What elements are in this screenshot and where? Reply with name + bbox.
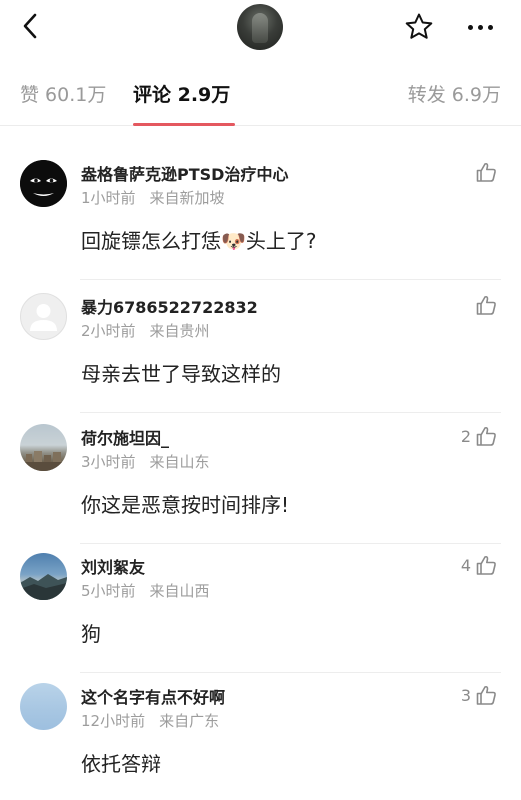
thumbs-up-icon [476, 162, 496, 182]
dog-emoji-icon: 🐶 [221, 229, 246, 253]
top-bar [0, 0, 521, 56]
comment-item: 荷尔施坦因_ 3小时前 来自山东 你这是恶意按时间排序! 2 [0, 414, 521, 544]
thumbs-up-icon [476, 295, 496, 315]
active-tab-indicator [133, 123, 235, 126]
avatar[interactable] [20, 683, 67, 730]
comment-username[interactable]: 刘刘絮友 [81, 554, 145, 578]
comment-username[interactable]: 盎格鲁萨克逊PTSD治疗中心 [81, 161, 288, 185]
like-button[interactable] [471, 292, 497, 318]
thumbs-up-icon [476, 685, 496, 705]
comment-username[interactable]: 这个名字有点不好啊 [81, 684, 225, 708]
comment-item: 盎格鲁萨克逊PTSD治疗中心 1小时前 来自新加坡 回旋镖怎么打恁🐶头上了? [0, 150, 521, 280]
comment-text: 依托答辩 [81, 752, 161, 776]
comment-meta: 5小时前 来自山西 [81, 580, 210, 601]
divider [80, 279, 501, 280]
star-outline-icon [405, 13, 433, 39]
tab-reposts[interactable]: 转发 6.9万 [408, 80, 501, 107]
back-button[interactable] [14, 10, 46, 42]
like-count: 2 [460, 426, 471, 446]
comment-location: 来自新加坡 [149, 189, 225, 207]
comment-text: 狗 [81, 622, 101, 646]
comment-location: 来自广东 [159, 712, 220, 730]
comment-location: 来自山西 [149, 582, 210, 600]
comment-meta: 2小时前 来自贵州 [81, 320, 210, 341]
avatar[interactable] [20, 553, 67, 600]
like-count: 3 [460, 685, 471, 705]
like-button[interactable]: 4 [461, 552, 497, 578]
tab-comments[interactable]: 评论 2.9万 [133, 80, 230, 107]
comment-time: 1小时前 [81, 189, 136, 207]
comment-location: 来自贵州 [149, 322, 210, 340]
more-horizontal-icon [467, 24, 473, 30]
comment-item: 刘刘絮友 5小时前 来自山西 狗 4 [0, 543, 521, 673]
chevron-left-icon [23, 13, 37, 39]
avatar[interactable] [20, 424, 67, 471]
divider [80, 412, 501, 413]
user-avatar[interactable] [237, 4, 283, 50]
more-button[interactable] [460, 10, 500, 44]
comment-meta: 12小时前 来自广东 [81, 710, 219, 731]
mountain-photo-avatar-icon [20, 574, 67, 600]
comment-text: 你这是恶意按时间排序! [81, 493, 290, 517]
comment-item: 这个名字有点不好啊 12小时前 来自广东 依托答辩 3 [0, 673, 521, 800]
like-button[interactable] [471, 159, 497, 185]
comment-time: 3小时前 [81, 453, 136, 471]
comment-meta: 3小时前 来自山东 [81, 451, 210, 472]
favorite-button[interactable] [402, 10, 436, 44]
like-count: 4 [460, 555, 471, 575]
like-button[interactable]: 2 [461, 423, 497, 449]
black-mask-avatar-icon [20, 160, 67, 207]
default-avatar-icon [30, 304, 57, 331]
tab-bar: 赞 60.1万 评论 2.9万 转发 6.9万 [0, 60, 521, 126]
like-button[interactable]: 3 [461, 682, 497, 708]
comment-username[interactable]: 暴力6786522722832 [81, 294, 258, 318]
comment-time: 5小时前 [81, 582, 136, 600]
tab-likes[interactable]: 赞 60.1万 [20, 80, 106, 107]
avatar[interactable] [20, 160, 67, 207]
comment-text: 回旋镖怎么打恁🐶头上了? [81, 229, 317, 253]
comment-time: 12小时前 [81, 712, 146, 730]
thumbs-up-icon [476, 555, 496, 575]
comment-item: 暴力6786522722832 2小时前 来自贵州 母亲去世了导致这样的 [0, 283, 521, 413]
comment-text: 母亲去世了导致这样的 [81, 362, 281, 386]
comment-time: 2小时前 [81, 322, 136, 340]
comment-meta: 1小时前 来自新加坡 [81, 187, 225, 208]
avatar[interactable] [20, 293, 67, 340]
town-photo-avatar-icon [20, 451, 67, 471]
comment-username[interactable]: 荷尔施坦因_ [81, 425, 169, 449]
thumbs-up-icon [476, 426, 496, 446]
comment-location: 来自山东 [149, 453, 210, 471]
